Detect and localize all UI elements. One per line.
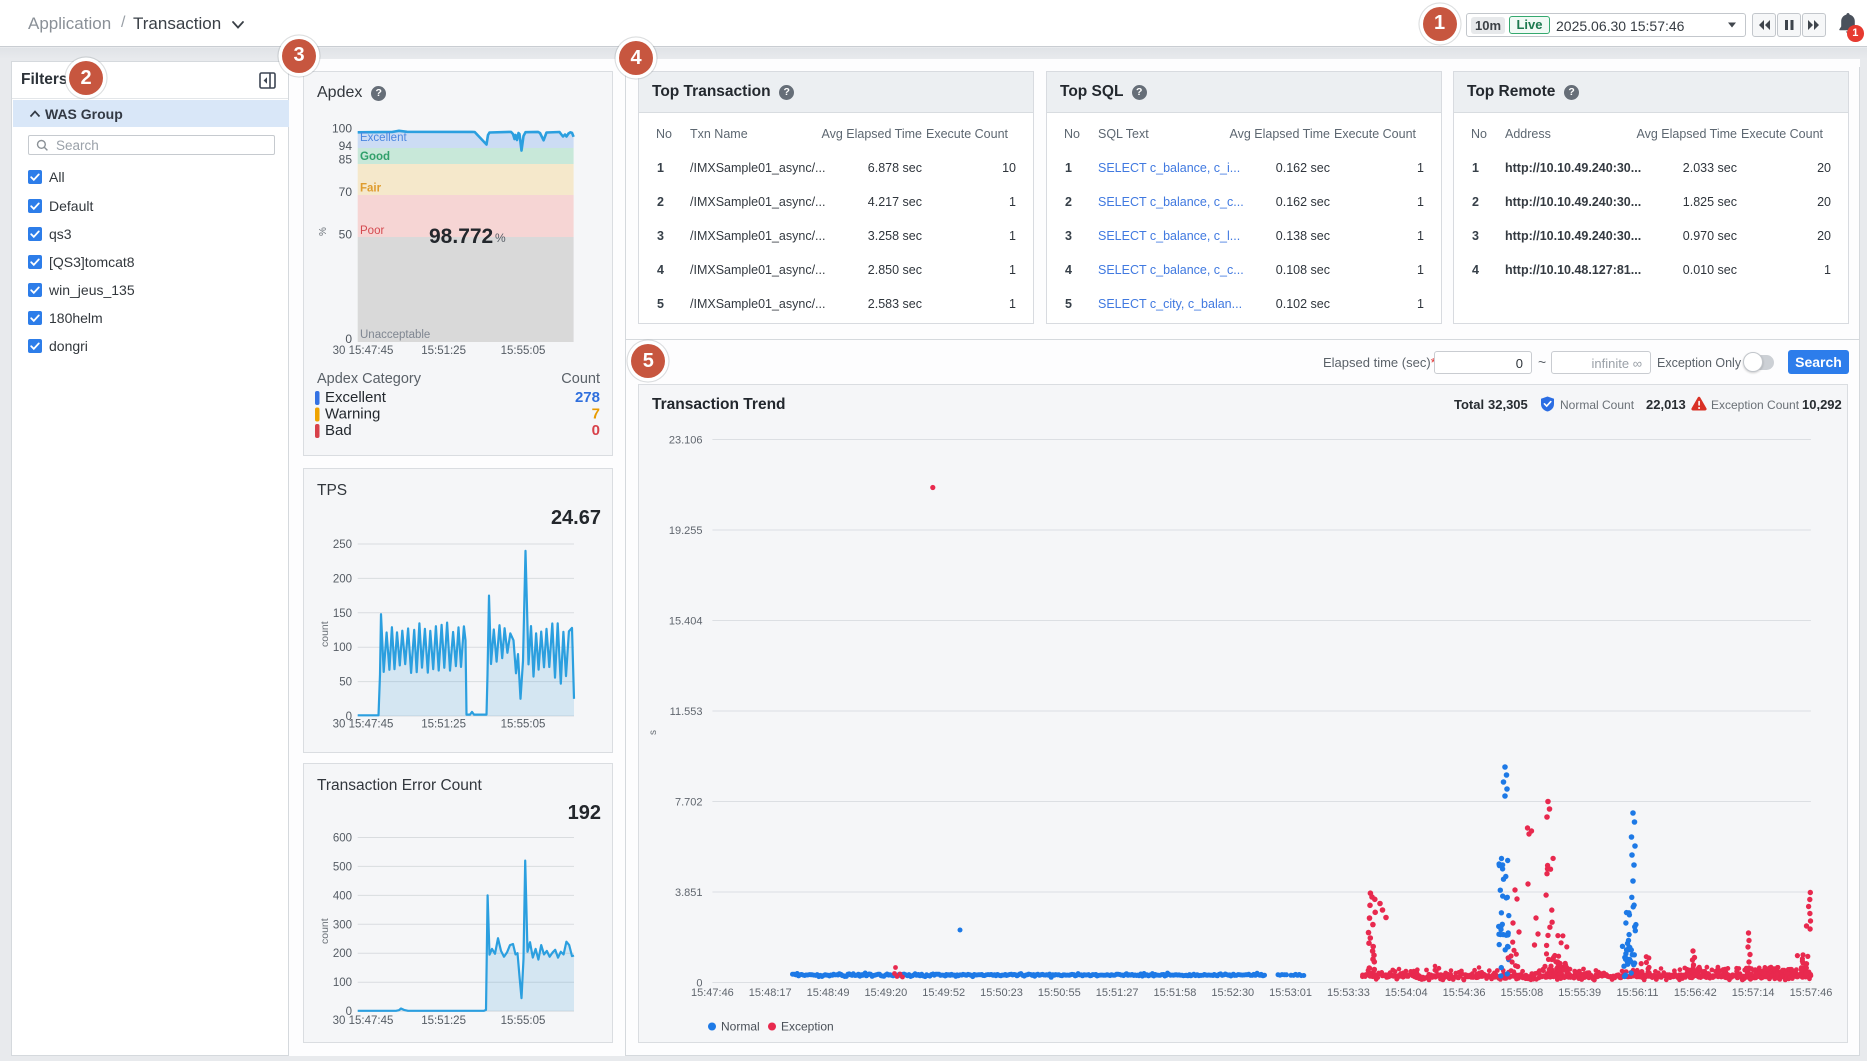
svg-text:15:51:25: 15:51:25 [421, 719, 466, 731]
svg-text:Bad: Bad [325, 422, 352, 439]
svg-text:15:50:23: 15:50:23 [980, 987, 1023, 999]
svg-text:15:53:33: 15:53:33 [1327, 987, 1370, 999]
svg-text:s: s [648, 730, 659, 735]
svg-text:250: 250 [333, 539, 352, 551]
svg-text:94: 94 [339, 139, 353, 153]
svg-text:Count: Count [561, 371, 600, 387]
svg-text:%: % [318, 227, 329, 236]
svg-text:15:55:05: 15:55:05 [501, 719, 546, 731]
svg-text:30 15:47:45: 30 15:47:45 [333, 719, 394, 731]
svg-text:15:54:36: 15:54:36 [1443, 987, 1486, 999]
svg-text:70: 70 [339, 185, 353, 199]
svg-text:278: 278 [575, 389, 600, 406]
svg-text:15:50:55: 15:50:55 [1038, 987, 1081, 999]
svg-text:7: 7 [592, 406, 600, 423]
svg-text:15:48:17: 15:48:17 [749, 987, 792, 999]
svg-text:100: 100 [332, 122, 352, 136]
svg-text:600: 600 [333, 833, 352, 845]
svg-text:Unacceptable: Unacceptable [360, 329, 430, 341]
svg-text:30 15:47:45: 30 15:47:45 [333, 345, 394, 357]
svg-text:Good: Good [360, 151, 390, 163]
svg-text:3.851: 3.851 [675, 887, 703, 899]
svg-text:15:55:05: 15:55:05 [501, 1015, 546, 1027]
svg-text:15:55:08: 15:55:08 [1500, 987, 1543, 999]
svg-text:11.553: 11.553 [670, 706, 703, 718]
svg-text:Poor: Poor [360, 225, 384, 237]
svg-text:Normal: Normal [721, 1020, 760, 1034]
svg-text:15:55:39: 15:55:39 [1558, 987, 1601, 999]
svg-text:15:52:30: 15:52:30 [1211, 987, 1254, 999]
svg-text:23.106: 23.106 [669, 434, 703, 446]
svg-text:15:49:20: 15:49:20 [864, 987, 907, 999]
svg-text:Apdex Category: Apdex Category [317, 371, 422, 387]
svg-text:%: % [495, 231, 506, 245]
svg-text:0: 0 [592, 422, 600, 439]
svg-text:15:57:46: 15:57:46 [1790, 987, 1833, 999]
svg-text:Warning: Warning [325, 406, 380, 423]
svg-text:100: 100 [333, 642, 352, 654]
svg-text:98.772: 98.772 [429, 225, 493, 248]
svg-text:300: 300 [333, 919, 352, 931]
svg-text:19.255: 19.255 [669, 525, 703, 537]
svg-text:15:51:25: 15:51:25 [421, 1015, 466, 1027]
svg-text:Fair: Fair [360, 183, 382, 195]
svg-text:50: 50 [339, 228, 353, 242]
svg-text:count: count [319, 918, 331, 944]
svg-text:7.702: 7.702 [675, 796, 703, 808]
svg-text:85: 85 [339, 153, 353, 167]
svg-text:50: 50 [339, 677, 352, 689]
svg-text:100: 100 [333, 977, 352, 989]
svg-text:400: 400 [333, 890, 352, 902]
svg-text:15:56:42: 15:56:42 [1674, 987, 1717, 999]
svg-text:15:53:01: 15:53:01 [1269, 987, 1312, 999]
svg-text:Exception: Exception [781, 1020, 834, 1034]
svg-text:0: 0 [345, 332, 352, 346]
svg-text:Excellent: Excellent [360, 132, 407, 144]
svg-text:15:55:05: 15:55:05 [501, 345, 546, 357]
svg-text:15:57:14: 15:57:14 [1732, 987, 1775, 999]
svg-text:15:48:49: 15:48:49 [807, 987, 850, 999]
svg-text:15:47:46: 15:47:46 [691, 987, 734, 999]
svg-text:15:49:52: 15:49:52 [922, 987, 965, 999]
svg-text:500: 500 [333, 861, 352, 873]
svg-text:15:51:58: 15:51:58 [1154, 987, 1197, 999]
svg-text:15:51:27: 15:51:27 [1096, 987, 1139, 999]
svg-text:15:56:11: 15:56:11 [1617, 987, 1659, 999]
svg-text:200: 200 [333, 573, 352, 585]
svg-text:15:54:04: 15:54:04 [1385, 987, 1428, 999]
svg-text:150: 150 [333, 608, 352, 620]
svg-text:15.404: 15.404 [669, 615, 703, 627]
svg-text:30 15:47:45: 30 15:47:45 [333, 1015, 394, 1027]
svg-text:200: 200 [333, 948, 352, 960]
svg-text:count: count [319, 621, 331, 647]
svg-text:Excellent: Excellent [325, 389, 387, 406]
svg-text:15:51:25: 15:51:25 [421, 345, 466, 357]
